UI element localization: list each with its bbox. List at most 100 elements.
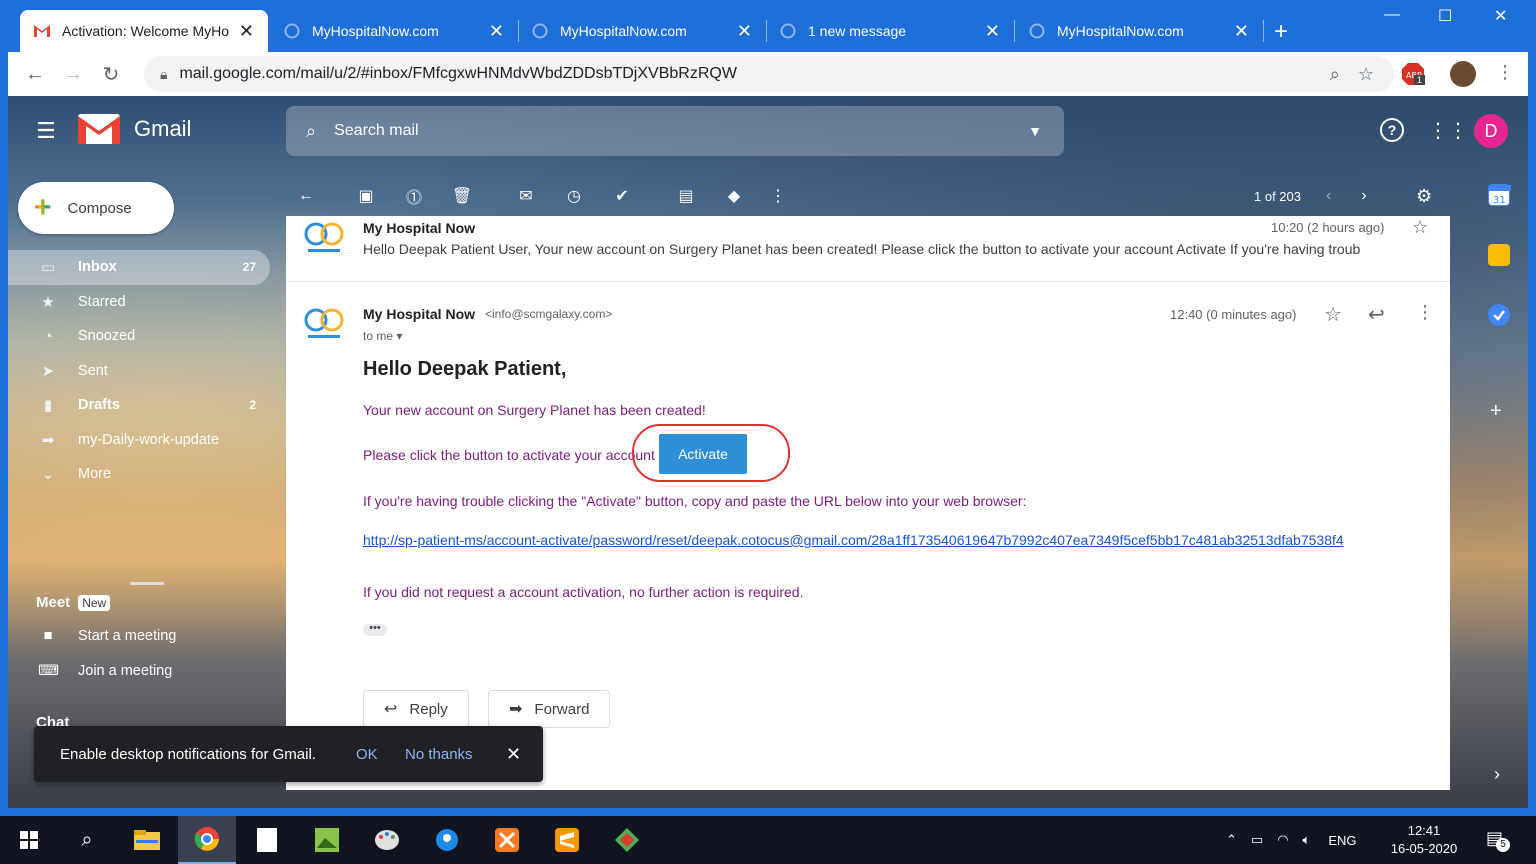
- git-app-icon[interactable]: [598, 816, 656, 864]
- adblock-extension-icon[interactable]: ABP 1: [1400, 61, 1426, 87]
- add-task-icon[interactable]: ✔: [602, 186, 642, 206]
- sidebar-item-more[interactable]: ⌄ More: [8, 457, 270, 492]
- tab-close-icon[interactable]: ✕: [737, 21, 752, 42]
- toast-ok-button[interactable]: OK: [356, 746, 378, 763]
- archive-icon[interactable]: ▣: [346, 186, 386, 206]
- snooze-icon[interactable]: ◷: [554, 186, 594, 206]
- tab-close-icon[interactable]: ✕: [985, 21, 1000, 42]
- address-bar[interactable]: 🔒︎ mail.google.com/mail/u/2/#inbox/FMfcg…: [144, 56, 1394, 92]
- delete-icon[interactable]: 🗑︎: [442, 186, 482, 206]
- zoom-icon[interactable]: ⌕: [1330, 64, 1340, 85]
- sidebar-item-label-daily-work[interactable]: ➡ my-Daily-work-update: [8, 423, 270, 458]
- draft-count: 2: [249, 398, 256, 413]
- tab-new-message[interactable]: 1 new message ✕: [766, 10, 1015, 52]
- tab-title: MyHospitalNow.com: [560, 23, 687, 39]
- get-addons-plus-icon[interactable]: +: [1490, 400, 1502, 423]
- tab-close-icon[interactable]: ✕: [1234, 21, 1249, 42]
- search-input[interactable]: ⌕ Search mail ▼: [286, 106, 1064, 156]
- battery-icon[interactable]: ▭: [1251, 832, 1263, 848]
- taskbar-search-icon[interactable]: ⌕: [58, 816, 116, 864]
- labels-icon[interactable]: ◆: [714, 186, 754, 206]
- tray-chevron-up-icon[interactable]: ⌃: [1226, 832, 1237, 848]
- tab-activation[interactable]: Activation: Welcome MyHo ✕: [20, 10, 268, 52]
- new-tab-plus-icon[interactable]: +: [1274, 18, 1288, 46]
- star-icon[interactable]: ☆: [1412, 217, 1428, 238]
- paint-icon[interactable]: [358, 816, 416, 864]
- back-to-inbox-icon[interactable]: ←: [286, 187, 326, 205]
- back-arrow-icon[interactable]: ←: [16, 55, 54, 93]
- tasks-icon[interactable]: [1488, 304, 1510, 326]
- search-icon[interactable]: ⌕: [306, 121, 316, 142]
- tab-myhospitalnow-1[interactable]: MyHospitalNow.com ✕: [270, 10, 519, 52]
- volume-icon[interactable]: 🔈︎: [1303, 832, 1311, 848]
- move-to-icon[interactable]: ▤: [666, 186, 706, 206]
- help-icon[interactable]: ?: [1380, 118, 1404, 142]
- sidebar-resize-handle[interactable]: [130, 582, 164, 585]
- main-menu-icon[interactable]: ☰: [36, 118, 56, 144]
- reply-button[interactable]: ↩ Reply: [363, 690, 469, 728]
- sidebar-item-starred[interactable]: ★ Starred: [8, 285, 270, 320]
- gmail-logo-icon[interactable]: [78, 112, 120, 144]
- newer-chevron-icon[interactable]: ‹: [1326, 187, 1331, 205]
- tab-title: 1 new message: [808, 23, 907, 39]
- compose-button[interactable]: + Compose: [18, 182, 174, 234]
- account-avatar[interactable]: D: [1474, 114, 1508, 148]
- report-spam-icon[interactable]: ⓵: [394, 184, 434, 208]
- browser-tabstrip: Activation: Welcome MyHo ✕ MyHospitalNow…: [0, 0, 1536, 52]
- sidebar-item-label: Starred: [78, 293, 126, 310]
- windows-start-icon[interactable]: [0, 816, 58, 864]
- sidebar-item-sent[interactable]: ➤ Sent: [8, 354, 270, 389]
- taskbar-clock[interactable]: 12:41 16-05-2020: [1384, 822, 1464, 858]
- sidebar-item-drafts[interactable]: ▮ Drafts 2: [8, 388, 270, 423]
- image-viewer-icon[interactable]: [298, 816, 356, 864]
- more-actions-icon[interactable]: ⋮: [758, 186, 798, 206]
- activation-link[interactable]: http://sp-patient-ms/account-activate/pa…: [363, 532, 1344, 548]
- settings-gear-icon[interactable]: ⚙: [1416, 186, 1432, 207]
- older-chevron-icon[interactable]: ›: [1361, 187, 1366, 205]
- reply-icon[interactable]: ↩: [1368, 302, 1385, 327]
- forward-arrow-icon[interactable]: →: [54, 55, 92, 93]
- sublime-text-icon[interactable]: [538, 816, 596, 864]
- more-options-icon[interactable]: ⋮: [1416, 302, 1434, 323]
- tab-myhospitalnow-3[interactable]: MyHospitalNow.com ✕: [1015, 10, 1264, 52]
- search-options-caret-icon[interactable]: ▼: [1028, 123, 1042, 139]
- bookmark-star-icon[interactable]: ☆: [1358, 64, 1374, 85]
- keyboard-icon: ⌨: [38, 663, 59, 679]
- language-indicator[interactable]: ENG: [1328, 833, 1356, 848]
- sidebar-item-snoozed[interactable]: ◔ Snoozed: [8, 319, 270, 354]
- action-center-icon[interactable]: ▤ 5: [1486, 828, 1510, 852]
- join-meeting-item[interactable]: ⌨ Join a meeting: [38, 663, 172, 679]
- email-line-trouble: If you're having trouble clicking the "A…: [363, 493, 1027, 509]
- expand-panel-chevron-icon[interactable]: ›: [1494, 764, 1500, 785]
- tab-myhospitalnow-2[interactable]: MyHospitalNow.com ✕: [518, 10, 767, 52]
- sidebar-item-label: Sent: [78, 362, 108, 379]
- calendar-icon[interactable]: 31: [1488, 184, 1511, 206]
- maps-pin-icon[interactable]: [418, 816, 476, 864]
- maximize-icon[interactable]: ☐: [1438, 6, 1452, 26]
- reload-icon[interactable]: ↻: [92, 55, 130, 93]
- tab-close-icon[interactable]: ✕: [489, 21, 504, 42]
- show-trimmed-content-button[interactable]: •••: [363, 623, 387, 636]
- sidebar-item-inbox[interactable]: ▭ Inbox 27: [8, 250, 270, 285]
- keep-icon[interactable]: [1488, 244, 1510, 266]
- toast-close-icon[interactable]: ✕: [506, 744, 521, 765]
- mark-unread-icon[interactable]: ✉: [506, 186, 546, 206]
- star-icon[interactable]: ☆: [1324, 302, 1342, 327]
- recipient-dropdown[interactable]: to me ▾: [363, 329, 402, 343]
- profile-avatar-icon[interactable]: [1450, 61, 1476, 87]
- xampp-icon[interactable]: [478, 816, 536, 864]
- wifi-icon[interactable]: ◠: [1277, 832, 1288, 848]
- notepad-icon[interactable]: [238, 816, 296, 864]
- browser-menu-icon[interactable]: ⋮: [1496, 62, 1514, 83]
- collapsed-message[interactable]: My Hospital Now 10:20 (2 hours ago) ☆ He…: [286, 216, 1450, 282]
- start-meeting-item[interactable]: ■ Start a meeting: [38, 628, 177, 644]
- window-close-icon[interactable]: ✕: [1494, 6, 1507, 26]
- chrome-taskbar-icon[interactable]: [178, 816, 236, 864]
- toast-no-thanks-button[interactable]: No thanks: [405, 746, 473, 763]
- file-explorer-icon[interactable]: [118, 816, 176, 864]
- email-line-instructions: Please click the button to activate your…: [363, 447, 655, 463]
- minimize-icon[interactable]: —: [1384, 6, 1400, 24]
- forward-button[interactable]: ➡ Forward: [488, 690, 611, 728]
- loading-favicon-icon: [1029, 23, 1045, 39]
- tab-close-icon[interactable]: ✕: [239, 21, 254, 42]
